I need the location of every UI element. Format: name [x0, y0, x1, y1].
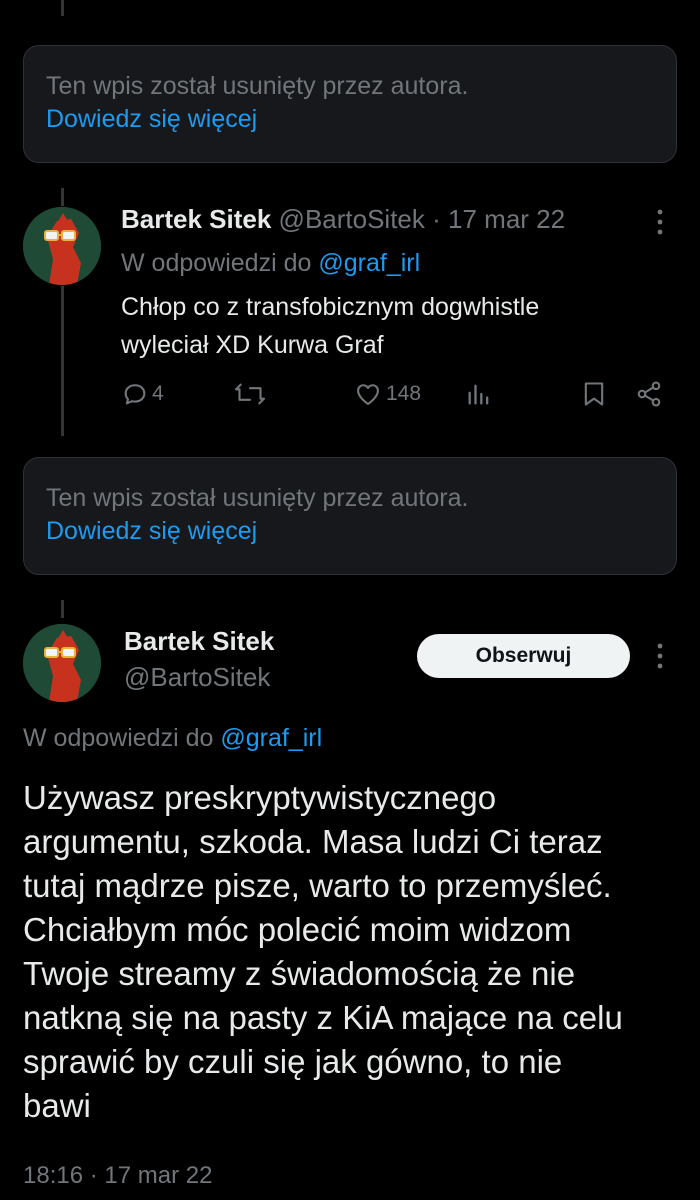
reply-count: 4	[152, 382, 164, 405]
reply-mention-link[interactable]: @graf_irl	[318, 249, 420, 277]
avatar[interactable]	[23, 624, 101, 702]
main-tweet-text: Używasz preskryptywistycznego argumentu,…	[23, 776, 683, 1128]
reply-icon	[124, 384, 146, 405]
author-handle[interactable]: @BartoSitek	[279, 204, 425, 234]
like-button[interactable]: 148	[354, 380, 421, 408]
author-name[interactable]: Bartek Sitek	[124, 626, 274, 656]
share-button[interactable]	[635, 380, 663, 408]
tweet-text-line: Używasz preskryptywistycznego	[23, 779, 497, 816]
reply-context: W odpowiedzi do @graf_irl	[121, 249, 420, 278]
views-icon	[468, 384, 489, 405]
author-handle[interactable]: @BartoSitek	[124, 662, 270, 692]
learn-more-link[interactable]: Dowiedz się więcej	[46, 514, 654, 548]
follow-button[interactable]: Obserwuj	[417, 634, 630, 678]
bookmark-button[interactable]	[581, 380, 607, 408]
tweet-text-line: tutaj mądrze pisze, warto to przemyśleć.	[23, 867, 612, 904]
learn-more-link[interactable]: Dowiedz się więcej	[46, 102, 654, 136]
tweet-actions: 4 148	[0, 380, 700, 420]
tweet-text-line: Chciałbym móc polecić moim widzom	[23, 911, 572, 948]
tweet-text-line: wyleciał XD Kurwa Graf	[121, 331, 384, 359]
views-button[interactable]	[466, 380, 492, 408]
reply-mention-link[interactable]: @graf_irl	[220, 724, 322, 752]
like-count: 148	[386, 382, 422, 405]
share-icon	[637, 381, 661, 407]
retweet-button[interactable]	[233, 380, 267, 408]
deleted-post-text: Ten wpis został usunięty przez autora.	[46, 72, 469, 100]
deleted-post-notice: Ten wpis został usunięty przez autora. D…	[23, 457, 677, 575]
tweet-text-line: Twoje streamy z świadomością że nie	[23, 955, 576, 992]
tweet-timestamp[interactable]: 18:16 · 17 mar 22	[23, 1162, 212, 1190]
reply-prefix: W odpowiedzi do	[121, 249, 312, 277]
tweet-text-line: Chłop co z transfobicznym dogwhistle	[121, 293, 540, 321]
author-name[interactable]: Bartek Sitek	[121, 204, 271, 234]
main-author-handle-row: @BartoSitek	[124, 662, 270, 693]
reply-context: W odpowiedzi do @graf_irl	[23, 724, 322, 753]
separator-dot: ·	[432, 204, 441, 234]
thread-line-1	[61, 188, 64, 206]
tweet-date[interactable]: 17 mar 22	[448, 204, 565, 234]
avatar-image	[23, 207, 101, 285]
tweet-text-line: sprawić by czuli się jak gówno, to nie	[23, 1043, 563, 1080]
tweet-header: Bartek Sitek @BartoSitek · 17 mar 22	[121, 204, 565, 235]
more-icon[interactable]	[651, 206, 669, 243]
avatar-image	[23, 624, 101, 702]
like-icon	[357, 384, 379, 405]
tweet-text: Chłop co z transfobicznym dogwhistle wyl…	[121, 288, 661, 364]
tweet-text-line: bawi	[23, 1087, 91, 1124]
bookmark-icon	[584, 382, 604, 406]
more-icon[interactable]	[651, 640, 669, 677]
deleted-post-text: Ten wpis został usunięty przez autora.	[46, 484, 469, 512]
reply-button[interactable]: 4	[121, 380, 164, 408]
avatar[interactable]	[23, 207, 101, 285]
retweet-icon	[234, 383, 266, 405]
deleted-post-notice: Ten wpis został usunięty przez autora. D…	[23, 45, 677, 163]
thread-line-top	[61, 0, 64, 16]
tweet-text-line: natkną się na pasty z KiA mające na celu	[23, 999, 623, 1036]
thread-line-3	[61, 600, 64, 618]
main-author-name-row: Bartek Sitek	[124, 626, 274, 657]
reply-prefix: W odpowiedzi do	[23, 724, 214, 752]
tweet-text-line: argumentu, szkoda. Masa ludzi Ci teraz	[23, 823, 603, 860]
